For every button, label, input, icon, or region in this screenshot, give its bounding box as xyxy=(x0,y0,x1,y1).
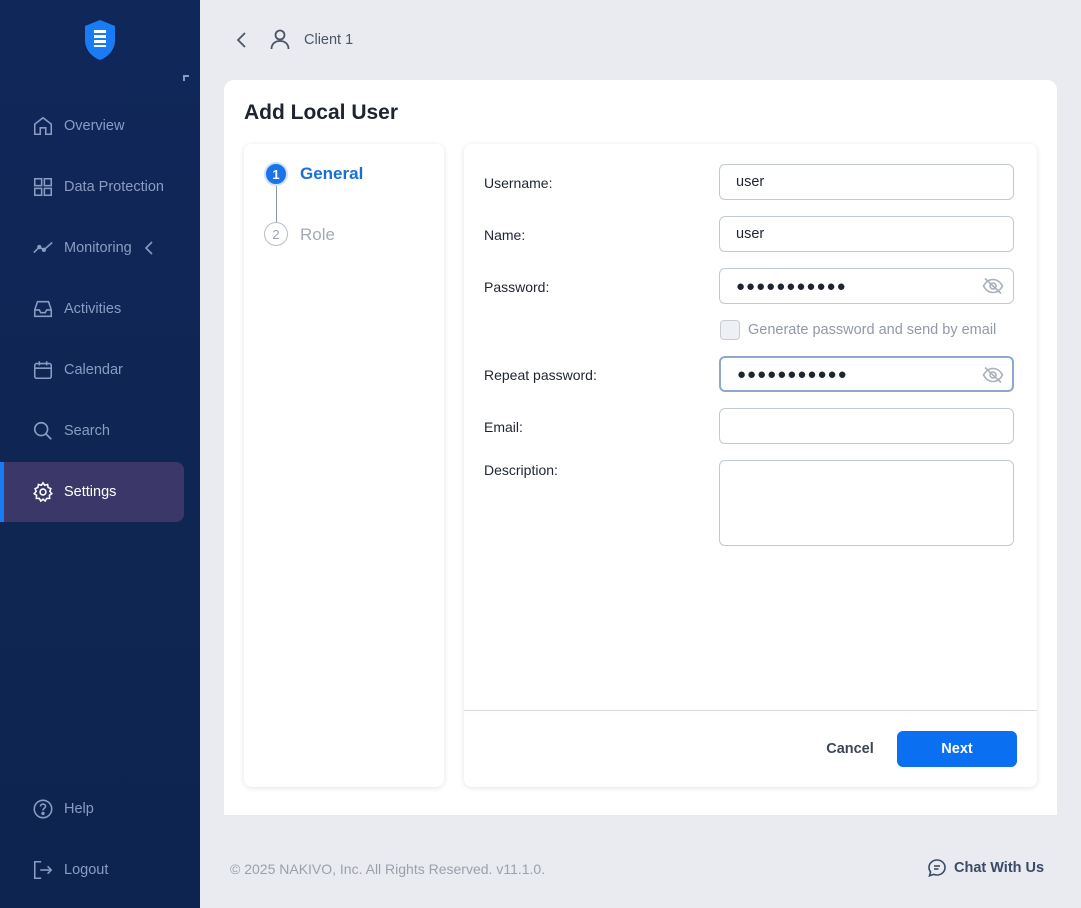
sidebar-item-label: Activities xyxy=(64,301,122,317)
back-arrow-icon[interactable] xyxy=(232,30,252,50)
generate-password-checkbox[interactable] xyxy=(720,320,740,340)
sidebar-item-label: Overview xyxy=(64,118,125,134)
gear-icon xyxy=(33,481,53,503)
step-1-indicator: 1 xyxy=(264,162,288,186)
cancel-button[interactable]: Cancel xyxy=(814,738,886,760)
home-icon xyxy=(33,116,53,136)
sidebar-item-label: Calendar xyxy=(64,362,123,378)
sidebar-item-overview[interactable]: Overview xyxy=(0,96,184,156)
sidebar-item-label: Search xyxy=(64,423,110,439)
sidebar-item-settings[interactable]: Settings xyxy=(0,462,184,522)
description-textarea[interactable] xyxy=(719,460,1014,546)
sidebar-item-search[interactable]: Search xyxy=(0,401,184,461)
name-input[interactable] xyxy=(719,216,1014,252)
sidebar-item-calendar[interactable]: Calendar xyxy=(0,340,184,400)
sidebar-item-activities[interactable]: Activities xyxy=(0,279,184,339)
sidebar-item-logout[interactable]: Logout xyxy=(0,840,184,900)
logo-shield-icon[interactable] xyxy=(82,18,118,62)
trend-icon xyxy=(33,241,53,254)
step-2-indicator: 2 xyxy=(264,222,288,246)
sidebar-item-data-protection[interactable]: Data Protection xyxy=(0,157,184,217)
copyright-text: © 2025 NAKIVO, Inc. All Rights Reserved.… xyxy=(230,861,546,877)
sidebar-item-label: Data Protection xyxy=(64,179,164,195)
step-connector xyxy=(276,186,277,222)
inbox-icon xyxy=(33,300,53,318)
chat-with-us-button[interactable]: Chat With Us xyxy=(927,858,1044,878)
generate-password-label: Generate password and send by email xyxy=(748,322,997,338)
sidebar-item-label: Help xyxy=(64,801,94,817)
chevron-left-icon[interactable] xyxy=(144,241,154,255)
password-label: Password: xyxy=(484,279,550,295)
footer-divider xyxy=(464,710,1037,711)
sidebar-item-label: Logout xyxy=(64,862,109,878)
client-name[interactable]: Client 1 xyxy=(304,32,353,48)
name-label: Name: xyxy=(484,227,526,243)
sidebar-collapse-icon[interactable] xyxy=(183,75,189,81)
step-role[interactable]: Role xyxy=(300,225,335,245)
search-icon xyxy=(33,421,52,440)
email-input[interactable] xyxy=(719,408,1014,444)
username-input[interactable] xyxy=(719,164,1014,200)
logout-icon xyxy=(33,860,53,880)
calendar-icon xyxy=(33,361,53,380)
description-label: Description: xyxy=(484,462,558,478)
next-button[interactable]: Next xyxy=(897,731,1017,767)
help-icon xyxy=(33,799,53,819)
sidebar-item-help[interactable]: Help xyxy=(0,779,184,839)
step-general[interactable]: General xyxy=(300,164,363,184)
page-title: Add Local User xyxy=(244,101,399,124)
username-label: Username: xyxy=(484,175,553,191)
sidebar-item-monitoring[interactable]: Monitoring xyxy=(0,218,184,278)
chat-bubble-icon xyxy=(928,859,946,878)
chat-label: Chat With Us xyxy=(954,860,1045,876)
eye-slash-icon[interactable] xyxy=(982,277,1004,295)
repeat-password-label: Repeat password: xyxy=(484,367,597,383)
eye-slash-icon[interactable] xyxy=(982,366,1004,384)
sidebar: Overview Data Protection Monitoring Acti… xyxy=(0,0,200,908)
sidebar-item-label: Monitoring xyxy=(64,240,132,256)
password-input[interactable] xyxy=(719,268,1014,304)
grid-icon xyxy=(33,177,53,197)
repeat-password-input[interactable] xyxy=(719,356,1014,392)
sidebar-item-label: Settings xyxy=(64,484,117,500)
user-icon xyxy=(270,29,290,50)
email-label: Email: xyxy=(484,419,523,435)
